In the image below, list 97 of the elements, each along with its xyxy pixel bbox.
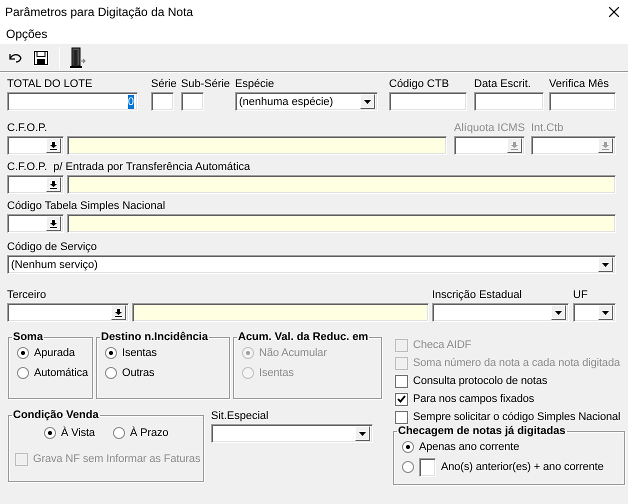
lookup-field[interactable] — [7, 136, 64, 155]
field-label: Verifica Mês — [549, 77, 609, 91]
checkbox[interactable] — [395, 392, 408, 406]
field-label: Série — [151, 77, 177, 91]
field-label: Sit.Especial — [211, 409, 268, 423]
lookup-field[interactable] — [7, 175, 64, 194]
dropdown-field[interactable]: (nenhuma espécie) — [235, 92, 378, 111]
radio-label: À Vista — [61, 427, 95, 439]
lookup-field[interactable] — [7, 214, 64, 233]
group-title: Condição Venda — [12, 409, 100, 421]
field-label: Código CTB — [389, 77, 449, 91]
field-label: Código Tabela Simples Nacional — [7, 199, 166, 213]
radio-button[interactable] — [44, 427, 56, 439]
radio-label: Automática — [34, 367, 88, 379]
checkbox[interactable] — [395, 410, 408, 424]
group-title: Checagem de notas já digitadas — [397, 425, 566, 437]
text-field[interactable] — [474, 92, 544, 111]
checkmark-icon — [397, 395, 406, 403]
lookup-field[interactable] — [531, 136, 616, 155]
text-field[interactable]: 0 — [7, 92, 138, 111]
field-label: Terceiro — [7, 288, 46, 302]
description-field[interactable] — [67, 175, 616, 194]
radio-button[interactable] — [17, 347, 29, 359]
text-field[interactable] — [151, 92, 174, 111]
radio-button[interactable] — [112, 427, 125, 439]
window-title: Parâmetros para Digitação da Nota — [5, 5, 194, 19]
radio-label: Outras — [122, 367, 154, 379]
lookup-button[interactable] — [46, 138, 61, 153]
radio-label: Isentas — [259, 367, 294, 379]
field-label: Sub-Série — [181, 77, 230, 91]
radio-label: À Prazo — [130, 427, 168, 439]
field-label: Inscrição Estadual — [432, 288, 522, 302]
text-field[interactable] — [389, 92, 467, 111]
years-field[interactable] — [419, 458, 436, 476]
down-arrow-icon — [50, 180, 57, 188]
group-title: Acum. Val. da Reduc. em — [237, 331, 370, 343]
dropdown-field[interactable] — [573, 303, 616, 322]
group-title: Destino n.Incidência — [100, 331, 209, 343]
radio-button[interactable] — [105, 367, 117, 379]
radio-button[interactable] — [402, 461, 414, 473]
caret-icon — [602, 262, 609, 266]
field-label: Espécie — [235, 77, 274, 91]
checkbox-label: Soma número da nota a cada nota digitada — [413, 357, 620, 369]
field-label: C.F.O.P. — [7, 121, 48, 135]
down-arrow-icon — [511, 142, 518, 150]
menu-item[interactable]: Opções — [0, 27, 54, 41]
description-field[interactable] — [67, 214, 616, 233]
caret-icon — [359, 432, 366, 436]
field-label: UF — [573, 288, 588, 302]
field-label: Alíquota ICMS — [454, 121, 525, 135]
radio-label: Não Acumular — [259, 347, 327, 359]
checkbox-label: Para nos campos fixados — [413, 393, 534, 405]
radio-button[interactable] — [17, 367, 29, 379]
description-field[interactable] — [132, 303, 429, 322]
radio-label: Ano(s) anterior(es) + ano corrente — [441, 461, 604, 473]
close-icon — [609, 7, 619, 17]
dropdown-field[interactable]: (Nenhum serviço) — [7, 255, 616, 274]
caret-icon — [555, 310, 562, 314]
text-field[interactable] — [181, 92, 204, 111]
dropdown-button[interactable] — [360, 94, 375, 109]
field-label: Int.Ctb — [531, 121, 564, 135]
lookup-button[interactable] — [46, 177, 61, 192]
dropdown-button[interactable] — [598, 257, 613, 272]
field-label: Data Escrit. — [474, 77, 531, 91]
checkbox-label: Grava NF sem Informar as Faturas — [33, 453, 200, 465]
down-arrow-icon — [50, 220, 57, 228]
down-arrow-icon — [50, 142, 57, 150]
dropdown-button[interactable] — [355, 426, 370, 441]
dropdown-button[interactable] — [551, 305, 566, 320]
checkbox-label: Consulta protocolo de notas — [413, 375, 548, 387]
checkbox-label: Checa AIDF — [413, 339, 472, 351]
caret-icon — [364, 100, 371, 104]
down-arrow-icon — [602, 142, 609, 150]
dropdown-field[interactable] — [211, 424, 373, 443]
lookup-field[interactable] — [7, 303, 129, 322]
radio-label: Isentas — [122, 347, 157, 359]
down-arrow-icon — [115, 308, 122, 316]
group-title: Soma — [12, 331, 44, 343]
field-label: TOTAL DO LOTE — [7, 77, 92, 91]
dropdown-field[interactable] — [432, 303, 569, 322]
caret-icon — [602, 310, 609, 314]
door-icon — [69, 46, 87, 68]
radio-label: Apenas ano corrente — [419, 441, 520, 453]
dropdown-button[interactable] — [598, 305, 613, 320]
radio-button[interactable] — [402, 441, 414, 453]
field-label: Código de Serviço — [7, 240, 97, 254]
checkbox[interactable] — [395, 374, 408, 388]
radio-label: Apurada — [34, 347, 75, 359]
checkbox-label: Sempre solicitar o código Simples Nacional — [413, 411, 620, 423]
lookup-button[interactable] — [111, 305, 126, 320]
text-field[interactable] — [549, 92, 616, 111]
lookup-button[interactable] — [46, 216, 61, 231]
field-label: C.F.O.P. p/ Entrada por Transferência Automática — [7, 160, 250, 174]
undo-icon — [7, 52, 23, 64]
description-field[interactable] — [67, 136, 447, 155]
lookup-field[interactable] — [454, 136, 525, 155]
radio-button[interactable] — [105, 347, 117, 359]
